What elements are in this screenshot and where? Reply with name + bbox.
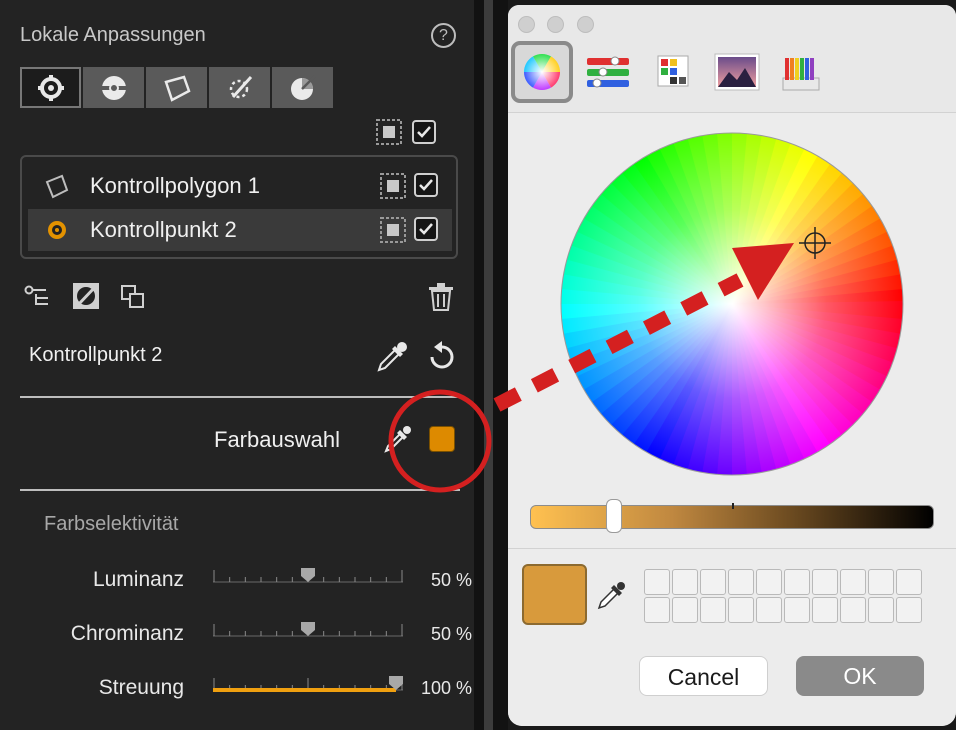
spread-label: Streuung (98, 676, 184, 699)
control-point-icon (37, 74, 64, 101)
spread-value: 100 % (420, 678, 472, 698)
divider (20, 489, 460, 491)
show-mask-icon[interactable] (380, 173, 406, 204)
dialog-bottom: Cancel OK (508, 548, 956, 726)
color-well[interactable] (812, 597, 838, 623)
eyedropper-icon[interactable] (383, 424, 413, 454)
color-well[interactable] (868, 569, 894, 595)
color-well[interactable] (896, 597, 922, 623)
control-list-item[interactable]: Kontrollpunkt 2 (28, 209, 452, 251)
color-well[interactable] (840, 597, 866, 623)
chrominance-value: 50 % (430, 624, 472, 644)
current-color-swatch[interactable] (522, 564, 587, 625)
panel-title: Lokale Anpassungen (20, 24, 206, 46)
cancel-button[interactable]: Cancel (639, 656, 768, 696)
minimize-button[interactable] (547, 16, 564, 33)
color-well[interactable] (728, 569, 754, 595)
eyedropper-icon[interactable] (596, 579, 628, 611)
gradient-tool-button[interactable] (83, 67, 144, 108)
color-wheel[interactable] (559, 131, 905, 477)
zoom-button[interactable] (577, 16, 594, 33)
panel-divider[interactable] (474, 0, 508, 730)
tab-image-palettes[interactable] (706, 41, 768, 103)
control-point-tool-button[interactable] (20, 67, 81, 108)
color-well[interactable] (700, 569, 726, 595)
selected-control-name: Kontrollpunkt 2 (29, 344, 163, 366)
color-range-tool-button[interactable] (272, 67, 333, 108)
tool-selector (20, 67, 333, 108)
control-list: Kontrollpolygon 1 Kontrollpunkt 2 (20, 155, 458, 259)
crosshair-icon[interactable] (799, 227, 831, 259)
palette-icon (657, 55, 689, 87)
sliders-icon (587, 56, 629, 88)
slider-marker (732, 503, 734, 509)
tab-color-palettes[interactable] (641, 41, 703, 103)
control-label: Kontrollpunkt 2 (90, 217, 237, 242)
ok-button[interactable]: OK (796, 656, 924, 696)
close-button[interactable] (518, 16, 535, 33)
brush-tool-button[interactable] (209, 67, 270, 108)
divider (20, 396, 458, 398)
brightness-slider-thumb[interactable] (606, 499, 622, 533)
spread-slider[interactable] (213, 676, 403, 692)
local-adjustments-panel: Lokale Anpassungen ? Kontrollpolygon 1 K… (0, 0, 474, 730)
section-title: Farbselektivität (44, 513, 179, 535)
invert-mask-icon[interactable] (72, 282, 100, 310)
help-icon[interactable]: ? (431, 23, 456, 48)
enable-checkbox[interactable] (414, 217, 438, 241)
color-pick-label: Farbauswahl (214, 427, 340, 452)
show-mask-icon[interactable] (380, 217, 406, 248)
color-well[interactable] (840, 569, 866, 595)
color-well[interactable] (756, 569, 782, 595)
control-label: Kontrollpolygon 1 (90, 173, 261, 198)
pencils-icon (782, 58, 820, 91)
luminance-slider[interactable] (213, 568, 403, 584)
enable-checkbox[interactable] (414, 173, 438, 197)
chrominance-label: Chrominanz (70, 622, 184, 645)
eyedropper-icon[interactable] (375, 340, 409, 374)
luminance-value: 50 % (430, 570, 472, 590)
control-list-item[interactable]: Kontrollpolygon 1 (28, 165, 452, 207)
luminance-label: Luminanz (92, 568, 184, 591)
reset-icon[interactable] (428, 341, 456, 371)
polygon-icon (163, 74, 191, 102)
tab-color-wheel[interactable] (511, 41, 573, 103)
duplicate-icon[interactable] (120, 284, 148, 310)
polygon-icon (45, 174, 69, 199)
color-well[interactable] (728, 597, 754, 623)
dialog-toolbar (508, 5, 956, 113)
color-well[interactable] (756, 597, 782, 623)
brush-icon (229, 75, 252, 98)
hierarchy-icon[interactable] (24, 285, 52, 309)
color-well[interactable] (644, 569, 670, 595)
tab-color-sliders[interactable] (577, 41, 639, 103)
enable-all-checkbox[interactable] (412, 120, 436, 144)
color-range-icon (290, 74, 316, 100)
polygon-tool-button[interactable] (146, 67, 207, 108)
color-well[interactable] (896, 569, 922, 595)
color-swatch[interactable] (429, 426, 455, 452)
color-picker-dialog: Cancel OK (508, 5, 956, 726)
color-well[interactable] (784, 569, 810, 595)
show-mask-all-icon[interactable] (376, 119, 402, 145)
color-well[interactable] (700, 597, 726, 623)
color-well[interactable] (672, 597, 698, 623)
trash-icon[interactable] (427, 282, 455, 312)
color-well[interactable] (784, 597, 810, 623)
tab-pencils[interactable] (770, 41, 832, 103)
control-point-icon (48, 221, 66, 239)
color-well[interactable] (868, 597, 894, 623)
color-well[interactable] (644, 597, 670, 623)
image-icon (714, 53, 760, 91)
color-well[interactable] (812, 569, 838, 595)
color-wheel-icon (524, 53, 560, 91)
color-well[interactable] (672, 569, 698, 595)
gradient-icon (101, 75, 126, 100)
chrominance-slider[interactable] (213, 622, 403, 638)
